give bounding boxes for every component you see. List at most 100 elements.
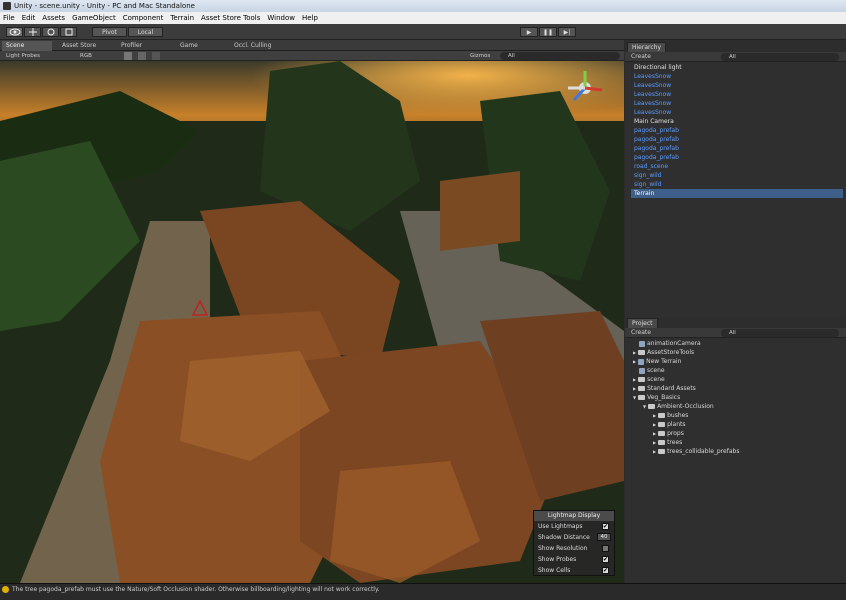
hierarchy-item[interactable]: LeavesSnow (634, 81, 671, 90)
expand-arrow-icon[interactable]: ▶ (633, 359, 636, 364)
project-item[interactable]: ▶ plants (653, 420, 686, 429)
pause-button[interactable]: ❚❚ (539, 27, 557, 37)
local-toggle[interactable]: Local (128, 27, 163, 37)
hierarchy-item[interactable]: LeavesSnow (634, 108, 671, 117)
lighting-toggle-icon[interactable] (124, 52, 132, 60)
lightmap-display-title: Lightmap Display (534, 511, 614, 521)
hierarchy-item[interactable]: Directional light (634, 63, 682, 72)
hierarchy-item[interactable]: LeavesSnow (634, 90, 671, 99)
rotate-tool-button[interactable] (42, 27, 59, 37)
project-item-label: AssetStoreTools (647, 349, 695, 356)
hierarchy-item[interactable]: road_scene (634, 162, 668, 171)
project-item[interactable]: ▶ props (653, 429, 684, 438)
pivot-toggle[interactable]: Pivot (92, 27, 127, 37)
folder-icon (638, 386, 646, 391)
project-item[interactable]: ▶ trees_collidable_prefabs (653, 447, 739, 456)
status-bar[interactable]: The tree pagoda_prefab must use the Natu… (0, 583, 846, 600)
tab-game[interactable]: Game (176, 41, 226, 51)
show-cells-checkbox[interactable]: ✔ (602, 567, 609, 574)
show-probes-checkbox[interactable]: ✔ (602, 556, 609, 563)
hierarchy-search-input[interactable]: All (721, 53, 839, 61)
project-item-label: Veg_Basics (647, 394, 681, 401)
tab-scene[interactable]: Scene (2, 41, 52, 51)
menu-file[interactable]: File (3, 12, 15, 24)
project-item[interactable]: ▼ Ambient-Occlusion (643, 402, 714, 411)
hierarchy-item[interactable]: LeavesSnow (634, 72, 671, 81)
menu-terrain[interactable]: Terrain (170, 12, 194, 24)
window-title: Unity - scene.unity - Unity - PC and Mac… (14, 2, 195, 10)
hierarchy-search-placeholder: All (729, 54, 736, 60)
hierarchy-item[interactable]: LeavesSnow (634, 99, 671, 108)
folder-icon (658, 422, 666, 427)
hierarchy-item[interactable]: pagoda_prefab (634, 135, 679, 144)
expand-arrow-icon[interactable]: ▶ (653, 449, 656, 454)
use-lightmaps-checkbox[interactable]: ✔ (602, 523, 609, 530)
tab-occlusion-culling[interactable]: Occl. Culling (230, 41, 290, 51)
expand-arrow-icon[interactable]: ▶ (653, 440, 656, 445)
project-create-button[interactable]: Create (631, 328, 651, 338)
hierarchy-item[interactable]: Main Camera (634, 117, 674, 126)
hierarchy-item[interactable]: pagoda_prefab (634, 126, 679, 135)
tab-profiler[interactable]: Profiler (117, 41, 169, 51)
step-button[interactable]: ▶| (558, 27, 576, 37)
hierarchy-item[interactable]: sign_wild (634, 180, 661, 189)
image-toggle-icon[interactable] (138, 52, 146, 60)
project-item[interactable]: ▼ Veg_Basics (633, 393, 680, 402)
hierarchy-create-button[interactable]: Create (631, 52, 651, 62)
expand-arrow-icon[interactable]: ▶ (653, 422, 656, 427)
project-item[interactable]: scene (633, 366, 665, 375)
expand-arrow-icon[interactable]: ▼ (643, 404, 646, 409)
hierarchy-tab-label: Hierarchy (632, 44, 662, 51)
channel-dropdown[interactable]: RGB (80, 51, 92, 61)
orientation-gizmo-icon[interactable] (560, 66, 610, 111)
project-item[interactable]: ▶ scene (633, 375, 665, 384)
scale-tool-button[interactable] (60, 27, 77, 37)
project-tab[interactable]: Project (627, 318, 658, 328)
expand-arrow-icon[interactable]: ▶ (633, 377, 636, 382)
hierarchy-toolbar: Create All (625, 52, 846, 62)
project-tab-label: Project (632, 320, 653, 327)
expand-arrow-icon[interactable]: ▶ (653, 431, 656, 436)
hierarchy-item[interactable]: sign_wild (634, 171, 661, 180)
project-item[interactable]: ▶ New Terrain (633, 357, 681, 366)
project-item-label: trees (667, 439, 683, 446)
menu-assets[interactable]: Assets (42, 12, 65, 24)
scene-viewport[interactable]: Lightmap Display Use Lightmaps ✔ Shadow … (0, 61, 624, 583)
menu-component[interactable]: Component (123, 12, 164, 24)
project-item[interactable]: ▶ AssetStoreTools (633, 348, 694, 357)
project-item[interactable]: ▶ trees (653, 438, 682, 447)
menu-gameobject[interactable]: GameObject (72, 12, 116, 24)
pause-icon: ❚❚ (542, 29, 554, 36)
hierarchy-tab[interactable]: Hierarchy (627, 42, 667, 52)
project-item[interactable]: ▶ bushes (653, 411, 688, 420)
expand-arrow-icon[interactable]: ▶ (633, 386, 636, 391)
tab-scene-label: Scene (6, 42, 25, 49)
render-mode-dropdown[interactable]: Light Probes (6, 51, 40, 61)
project-item[interactable]: ▶ Standard Assets (633, 384, 696, 393)
move-arrows-icon (28, 28, 37, 36)
expand-arrow-icon[interactable]: ▶ (653, 413, 656, 418)
scene-search-placeholder: All (508, 53, 515, 59)
expand-arrow-icon[interactable]: ▼ (633, 395, 636, 400)
gizmos-dropdown[interactable]: Gizmos (470, 51, 490, 61)
show-resolution-checkbox[interactable] (602, 545, 609, 552)
hierarchy-item[interactable]: pagoda_prefab (634, 153, 679, 162)
local-label: Local (137, 29, 154, 36)
project-search-input[interactable]: All (721, 329, 839, 337)
shadow-distance-field[interactable]: 40 (597, 533, 611, 541)
hierarchy-item[interactable]: pagoda_prefab (634, 144, 679, 153)
move-tool-button[interactable] (24, 27, 41, 37)
menu-help[interactable]: Help (302, 12, 318, 24)
tab-asset-store-label: Asset Store (62, 42, 97, 49)
hand-tool-button[interactable] (6, 27, 23, 37)
scene-search-input[interactable]: All (500, 52, 620, 60)
expand-arrow-icon[interactable]: ▶ (633, 350, 636, 355)
project-item[interactable]: animationCamera (633, 339, 701, 348)
play-button[interactable]: ▶ (520, 27, 538, 37)
menu-window[interactable]: Window (267, 12, 295, 24)
hierarchy-item[interactable]: Terrain (631, 189, 843, 198)
audio-toggle-icon[interactable] (152, 52, 160, 60)
menu-asset-store-tools[interactable]: Asset Store Tools (201, 12, 260, 24)
tab-asset-store[interactable]: Asset Store (58, 41, 110, 51)
menu-edit[interactable]: Edit (22, 12, 36, 24)
